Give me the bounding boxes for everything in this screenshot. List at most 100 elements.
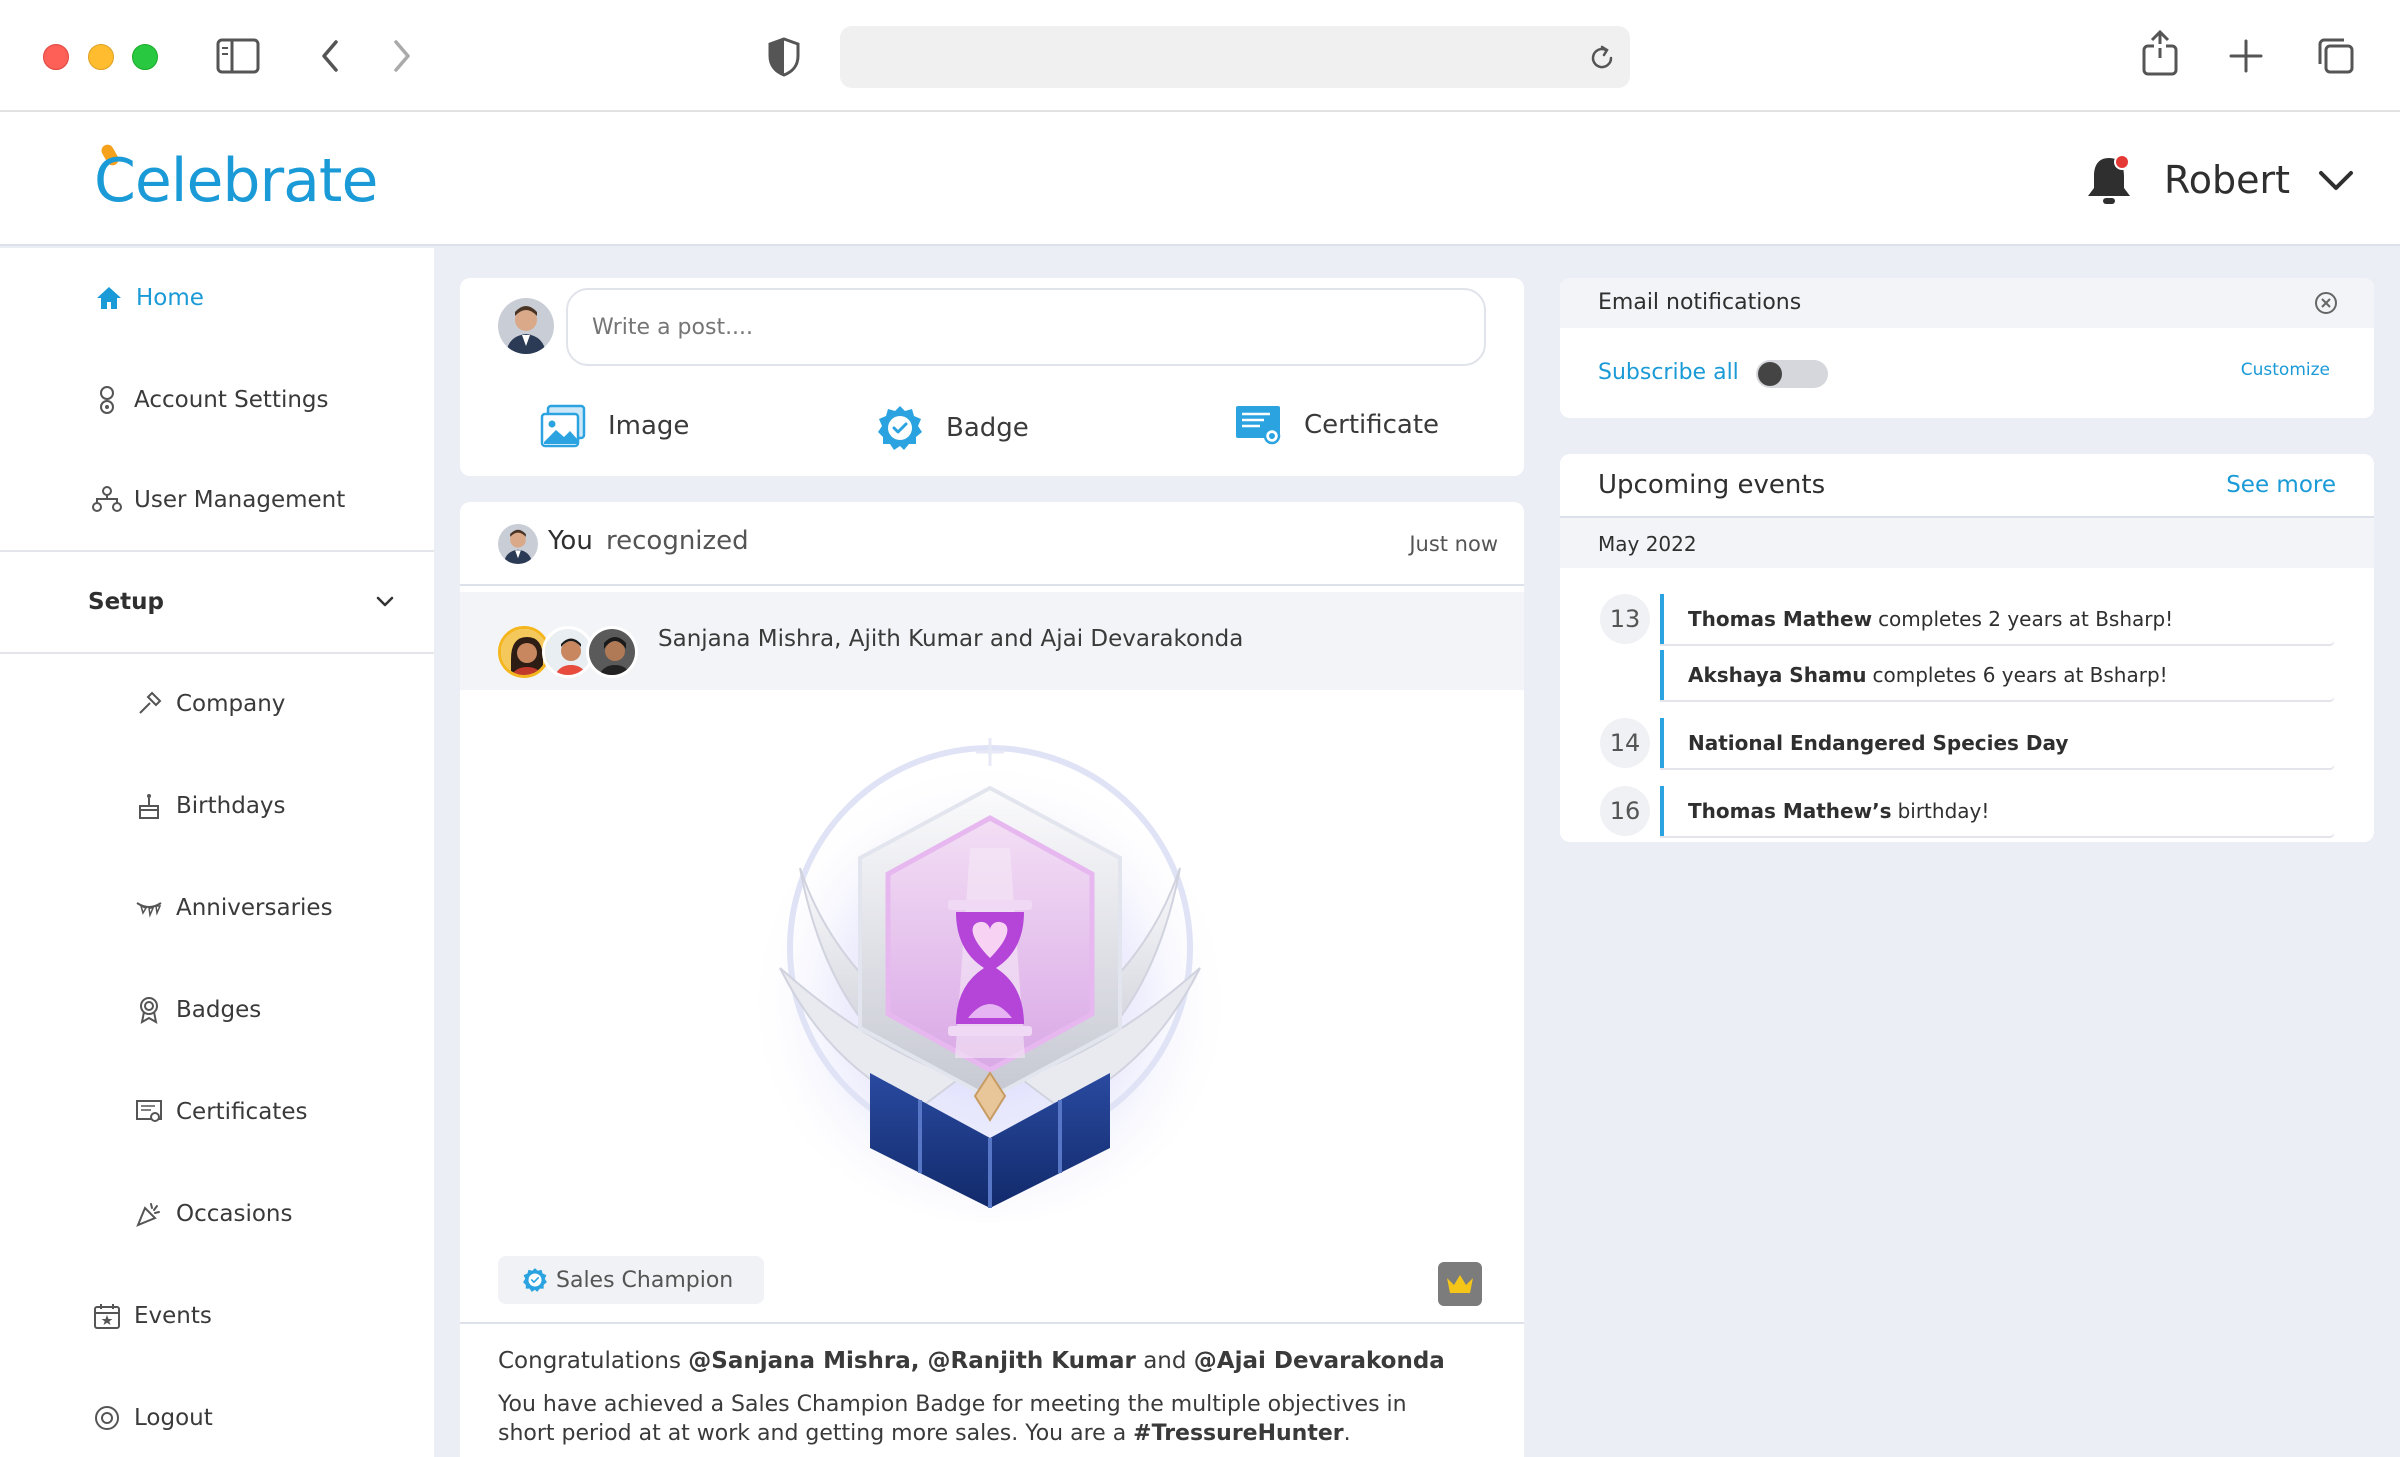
sidebar-item-birthdays[interactable]: Birthdays [0,776,434,836]
badge-icon [878,406,922,450]
shield-icon[interactable] [766,36,802,78]
chevron-down-icon [376,596,394,607]
window-minimize-button[interactable] [88,44,114,70]
event-day: 14 [1600,718,1650,768]
calendar-star-icon [92,1301,122,1331]
sidebar-item-label: Birthdays [176,793,286,819]
event-day: 16 [1600,786,1650,836]
event-item[interactable]: Thomas Mathew completes 2 years at Bshar… [1660,594,2334,644]
post-divider [460,1322,1524,1324]
sidebar-item-anniversaries[interactable]: Anniversaries [0,878,434,938]
sales-champion-badge-illustration [745,733,1235,1223]
toggle-knob [1758,362,1782,386]
certificate-icon [134,1097,164,1127]
recipients-bar: Sanjana Mishra, Ajith Kumar and Ajai Dev… [460,592,1524,690]
sidebar-section-setup[interactable]: Setup [0,572,434,632]
customize-link[interactable]: Customize [2241,360,2330,380]
add-badge-button[interactable]: Badge [876,404,1029,452]
browser-toolbar [0,0,2400,112]
subscribe-all-label: Subscribe all [1598,360,1739,385]
sidebar-toggle-icon[interactable] [216,38,260,74]
image-label: Image [608,411,690,441]
congrats-prefix: Congratulations [498,1348,681,1374]
event-name: National Endangered Species Day [1688,731,2069,755]
add-certificate-button[interactable]: Certificate [1234,404,1439,446]
sidebar-item-label: Logout [134,1405,213,1431]
sidebar-item-certificates[interactable]: Certificates [0,1082,434,1142]
recipients-names[interactable]: Sanjana Mishra, Ajith Kumar and Ajai Dev… [658,626,1243,652]
user-menu-chevron-icon[interactable] [2318,170,2354,192]
badge-check-icon [523,1268,547,1292]
party-popper-icon [134,1199,164,1229]
current-user-avatar[interactable] [498,298,554,354]
event-item[interactable]: National Endangered Species Day [1660,718,2334,768]
congrats-text: Congratulations @Sanjana Mishra, @Ranjit… [498,1348,1445,1374]
upcoming-events-title: Upcoming events [1598,470,1826,500]
event-name: Akshaya Shamu [1688,663,1867,687]
sidebar-item-badges[interactable]: Badges [0,980,434,1040]
forward-icon[interactable] [390,38,414,74]
hashtag-link[interactable]: #TressureHunter [1133,1421,1343,1446]
recipient-avatar[interactable] [586,626,638,678]
back-icon[interactable] [318,38,342,74]
achievement-text: You have achieved a Sales Champion Badge… [498,1390,1458,1448]
event-text: completes 6 years at Bsharp! [1872,663,2168,687]
sidebar-item-label: User Management [134,487,346,513]
window-zoom-button[interactable] [132,44,158,70]
mention-link[interactable]: @Ajai Devarakonda [1194,1348,1445,1374]
email-notifications-header: Email notifications [1560,278,2374,328]
certificate-label: Certificate [1304,410,1440,440]
email-notifications-card: Email notifications Subscribe all Custom… [1560,278,2374,418]
write-post-input[interactable] [566,288,1486,366]
post-author-avatar[interactable] [498,524,538,564]
crown-button[interactable] [1438,1262,1482,1306]
address-bar[interactable] [840,26,1630,88]
sidebar-item-company[interactable]: Company [0,674,434,734]
upcoming-events-card: Upcoming events See more May 2022 13 Tho… [1560,454,2374,842]
window-close-button[interactable] [43,44,69,70]
home-icon [94,283,124,313]
app-logo[interactable]: Celebrate [94,146,378,216]
tab-overview-icon[interactable] [2316,36,2356,76]
sidebar-item-label: Occasions [176,1201,293,1227]
sidebar-item-label: Certificates [176,1099,308,1125]
users-hierarchy-icon [92,485,122,515]
sidebar-item-occasions[interactable]: Occasions [0,1184,434,1244]
share-icon[interactable] [2140,30,2180,76]
achievement-end: . [1343,1421,1351,1446]
reload-icon[interactable] [1588,44,1616,72]
sidebar-item-account-settings[interactable]: Account Settings [0,370,434,430]
post-author-name[interactable]: You [548,526,593,556]
close-icon[interactable] [2314,291,2338,315]
cake-icon [134,791,164,821]
event-item[interactable]: Thomas Mathew’s birthday! [1660,786,2334,836]
event-text: completes 2 years at Bsharp! [1878,607,2174,631]
sidebar-item-home[interactable]: Home [0,268,434,328]
sidebar-divider [0,652,434,654]
sidebar-item-user-management[interactable]: User Management [0,470,434,530]
app-header: Celebrate Robert [0,112,2400,246]
setup-label: Setup [88,589,164,615]
subscribe-all-toggle[interactable] [1756,360,1828,388]
event-name: Thomas Mathew [1688,607,1873,631]
mention-link[interactable]: @Sanjana Mishra, @Ranjith Kumar [688,1348,1136,1374]
badge-tag[interactable]: Sales Champion [498,1256,764,1304]
sidebar-item-label: Badges [176,997,262,1023]
add-image-button[interactable]: Image [540,404,689,448]
post-header: You recognized Just now [460,502,1524,586]
celebration-flags-icon [134,893,164,923]
event-item[interactable]: Akshaya Shamu completes 6 years at Bshar… [1660,650,2334,700]
user-name[interactable]: Robert [2164,158,2290,202]
new-tab-icon[interactable] [2228,38,2264,74]
image-icon [540,404,586,448]
badge-label: Badge [946,413,1029,443]
see-more-link[interactable]: See more [2226,472,2336,498]
post-timestamp: Just now [1409,532,1498,556]
email-notifications-title: Email notifications [1598,290,1802,315]
sidebar-item-events[interactable]: Events [0,1286,434,1346]
user-gear-icon [92,385,122,415]
notification-bell-icon[interactable] [2084,152,2134,208]
sidebar: Home Account Settings User Management Se… [0,248,434,1457]
sidebar-item-logout[interactable]: Logout [0,1388,434,1448]
sidebar-item-label: Account Settings [134,387,329,413]
